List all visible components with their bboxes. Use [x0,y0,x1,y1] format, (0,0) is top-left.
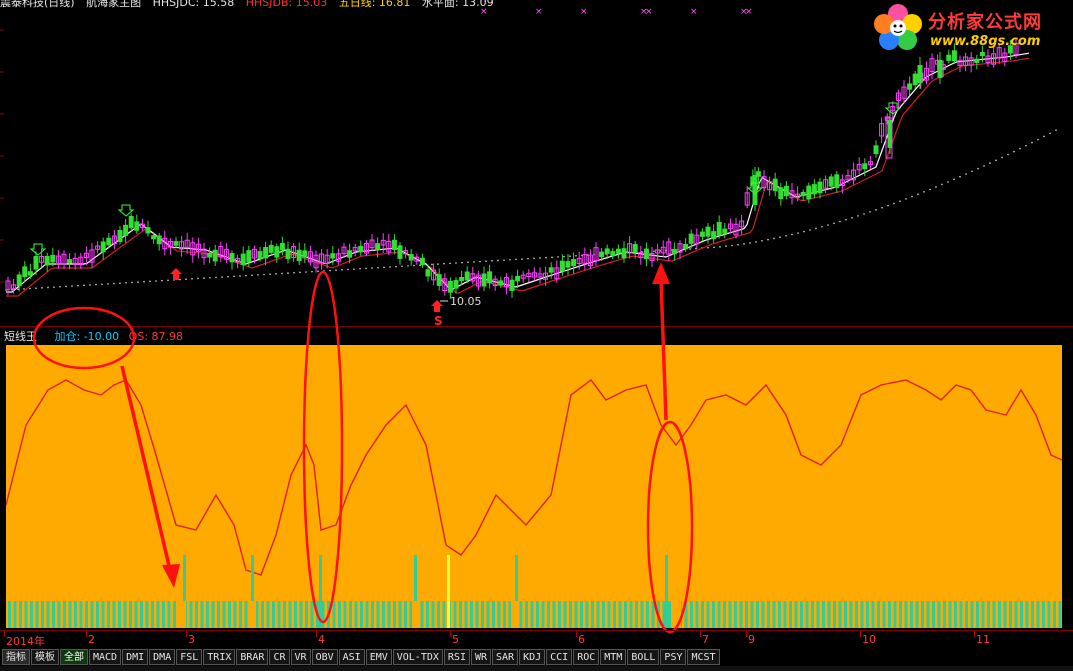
date-label: 4 [318,633,325,646]
date-label: 5 [452,633,459,646]
chart-name: 航海家主图 [86,0,142,9]
logo-text: 分析家公式网 [928,12,1042,33]
svg-text:×: × [645,7,653,17]
tab-全部[interactable]: 全部 [60,649,88,665]
date-tick [746,631,747,637]
tab-dmi[interactable]: DMI [122,649,149,665]
qs-value: QS: 87.98 [128,330,184,343]
tab-boll[interactable]: BOLL [627,649,660,665]
date-tick [860,631,861,637]
water-level-value: 水平面: 13.09 [421,0,494,9]
tab-cci[interactable]: CCI [546,649,573,665]
date-tick [576,631,577,637]
tab-obv[interactable]: OBV [311,649,338,665]
date-tick [450,631,451,637]
tab-brar[interactable]: BRAR [236,649,269,665]
indicator-chart[interactable] [6,345,1062,628]
status-strip [0,666,1073,671]
tab-vol-tdx[interactable]: VOL-TDX [392,649,443,665]
tab-dma[interactable]: DMA [149,649,176,665]
low-price-label: 10.05 [450,295,482,308]
date-tick [974,631,975,637]
date-label: 2014年 [6,635,45,648]
hhsjdc-value: HHSJDC: 15.58 [152,0,235,9]
tab-asi[interactable]: ASI [338,649,365,665]
svg-text:×: × [690,7,698,17]
svg-text:×: × [745,7,753,17]
tab-rsi[interactable]: RSI [443,649,470,665]
tab-指标[interactable]: 指标 [2,649,30,665]
panel-divider [0,326,1073,327]
tab-trix[interactable]: TRIX [203,649,236,665]
date-tick [86,631,87,637]
date-tick [186,631,187,637]
tab-roc[interactable]: ROC [573,649,600,665]
date-label: 9 [748,633,755,646]
date-tick [316,631,317,637]
tab-wr[interactable]: WR [470,649,492,665]
indicator-header: 短线王 加仓: -10.00 QS: 87.98 [4,328,183,344]
flower-logo-icon [874,4,922,50]
logo-url: www.88gs.com [930,34,1041,49]
tab-mcst[interactable]: MCST [687,649,720,665]
five-day-value: 五日线: 16.81 [338,0,411,9]
indicator-tab-bar: 指标 模板 全部 MACD DMI DMA FSL TRIX BRAR CR VR OBV ASI EMV… [0,648,1073,666]
chart-title-bar: 震泰科技(日线) 航海家主图 HHSJDC: 15.58 HHSJDB: 15.… [0,0,502,9]
date-label: 6 [578,633,585,646]
tab-模板[interactable]: 模板 [31,649,59,665]
tab-kdj[interactable]: KDJ [519,649,546,665]
date-label: 11 [976,633,990,646]
tab-psy[interactable]: PSY [660,649,687,665]
date-tick [4,631,5,637]
date-label: 7 [702,633,709,646]
tab-sar[interactable]: SAR [492,649,519,665]
stock-name: 震泰科技(日线) [0,0,75,9]
sell-signal-label: S [434,314,443,326]
chart-window: S 10.05 × × × × × × × × 震泰科技(日线) 航海家主图 HHSJDC: 15… [0,0,1073,671]
date-label: 2 [88,633,95,646]
tab-fsl[interactable]: FSL [176,649,203,665]
indicator-name[interactable]: 短线王 [4,330,37,343]
jiacang-value: 加仓: -10.00 [54,330,120,343]
hhsjdb-value: HHSJDB: 15.03 [245,0,328,9]
date-tick [700,631,701,637]
date-label: 3 [188,633,195,646]
svg-text:×: × [580,7,588,17]
tab-cr[interactable]: CR [269,649,290,665]
tab-macd[interactable]: MACD [89,649,122,665]
svg-text:×: × [535,7,543,17]
site-logo: 分析家公式网 www.88gs.com [872,2,1068,54]
tab-emv[interactable]: EMV [365,649,392,665]
date-axis: 2014年 2 3 4 5 6 7 9 10 11 [0,630,1073,648]
tab-mtm[interactable]: MTM [600,649,627,665]
date-label: 10 [862,633,876,646]
tab-vr[interactable]: VR [290,649,311,665]
